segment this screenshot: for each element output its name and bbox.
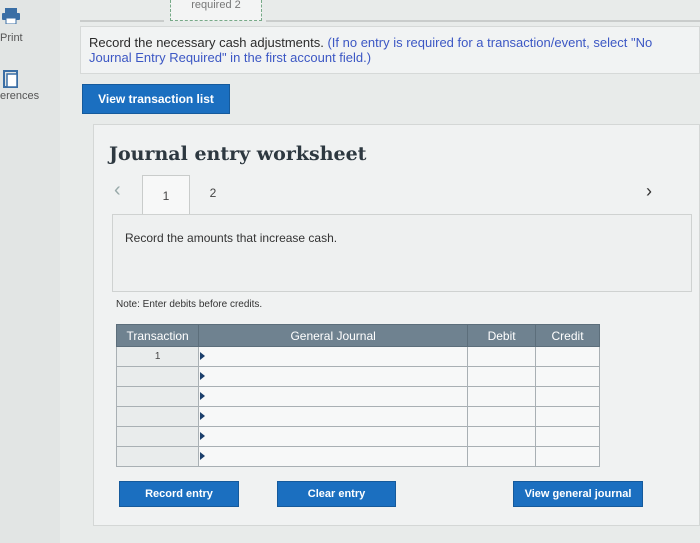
credit-input[interactable] bbox=[535, 366, 600, 387]
tab-required-2[interactable]: required 2 bbox=[170, 0, 262, 21]
header-transaction: Transaction bbox=[115, 324, 200, 347]
printer-icon bbox=[2, 8, 20, 24]
view-transaction-list-button[interactable]: View transaction list bbox=[82, 84, 230, 114]
chevron-right-icon[interactable]: › bbox=[646, 181, 652, 202]
record-entry-button[interactable]: Record entry bbox=[119, 481, 239, 507]
debit-input[interactable] bbox=[467, 346, 537, 367]
journal-entry-worksheet: Journal entry worksheet ‹ 1 2 › Record t… bbox=[93, 124, 700, 526]
header-general-journal: General Journal bbox=[198, 324, 469, 347]
account-select[interactable] bbox=[198, 346, 469, 367]
view-general-journal-button[interactable]: View general journal bbox=[513, 481, 643, 507]
tab-required-1[interactable] bbox=[80, 0, 164, 22]
debit-input[interactable] bbox=[467, 366, 537, 387]
table-row bbox=[115, 446, 600, 467]
account-select[interactable] bbox=[198, 386, 469, 407]
tab-strip-filler bbox=[266, 0, 700, 22]
table-row bbox=[115, 386, 600, 407]
worksheet-tab-2[interactable]: 2 bbox=[198, 175, 228, 211]
worksheet-tab-1[interactable]: 1 bbox=[142, 175, 190, 215]
book-icon bbox=[3, 70, 18, 88]
instruction-banner: Record the necessary cash adjustments. (… bbox=[80, 26, 700, 74]
account-select[interactable] bbox=[198, 446, 469, 467]
references-tool[interactable]: erences bbox=[0, 60, 60, 110]
credit-input[interactable] bbox=[535, 386, 600, 407]
account-select[interactable] bbox=[198, 366, 469, 387]
transaction-cell bbox=[115, 406, 200, 427]
transaction-cell bbox=[115, 366, 200, 387]
debit-input[interactable] bbox=[467, 426, 537, 447]
table-row bbox=[115, 366, 600, 387]
prompt-text: Record the amounts that increase cash. bbox=[125, 231, 338, 245]
references-label: erences bbox=[0, 90, 40, 102]
worksheet-prompt: Record the amounts that increase cash. bbox=[112, 214, 692, 292]
journal-table: Transaction General Journal Debit Credit… bbox=[115, 324, 600, 467]
transaction-cell bbox=[115, 386, 200, 407]
credit-input[interactable] bbox=[535, 346, 600, 367]
left-rail: Print erences bbox=[0, 0, 60, 543]
instruction-text: Record the necessary cash adjustments. bbox=[89, 35, 324, 50]
header-debit: Debit bbox=[467, 324, 537, 347]
print-tool[interactable]: Print bbox=[0, 0, 60, 50]
worksheet-title: Journal entry worksheet bbox=[109, 143, 367, 165]
table-row bbox=[115, 406, 600, 427]
table-row: 1 bbox=[115, 346, 600, 367]
debit-input[interactable] bbox=[467, 386, 537, 407]
account-select[interactable] bbox=[198, 406, 469, 427]
debit-credit-note: Note: Enter debits before credits. bbox=[116, 299, 263, 310]
table-row bbox=[115, 426, 600, 447]
transaction-cell bbox=[115, 426, 200, 447]
account-select[interactable] bbox=[198, 426, 469, 447]
print-label: Print bbox=[0, 32, 23, 44]
debit-input[interactable] bbox=[467, 406, 537, 427]
transaction-cell: 1 bbox=[115, 346, 200, 367]
credit-input[interactable] bbox=[535, 426, 600, 447]
chevron-left-icon[interactable]: ‹ bbox=[114, 179, 121, 202]
credit-input[interactable] bbox=[535, 406, 600, 427]
clear-entry-button[interactable]: Clear entry bbox=[277, 481, 396, 507]
requirement-tabs: required 2 bbox=[80, 0, 700, 22]
header-credit: Credit bbox=[535, 324, 600, 347]
debit-input[interactable] bbox=[467, 446, 537, 467]
credit-input[interactable] bbox=[535, 446, 600, 467]
transaction-cell bbox=[115, 446, 200, 467]
